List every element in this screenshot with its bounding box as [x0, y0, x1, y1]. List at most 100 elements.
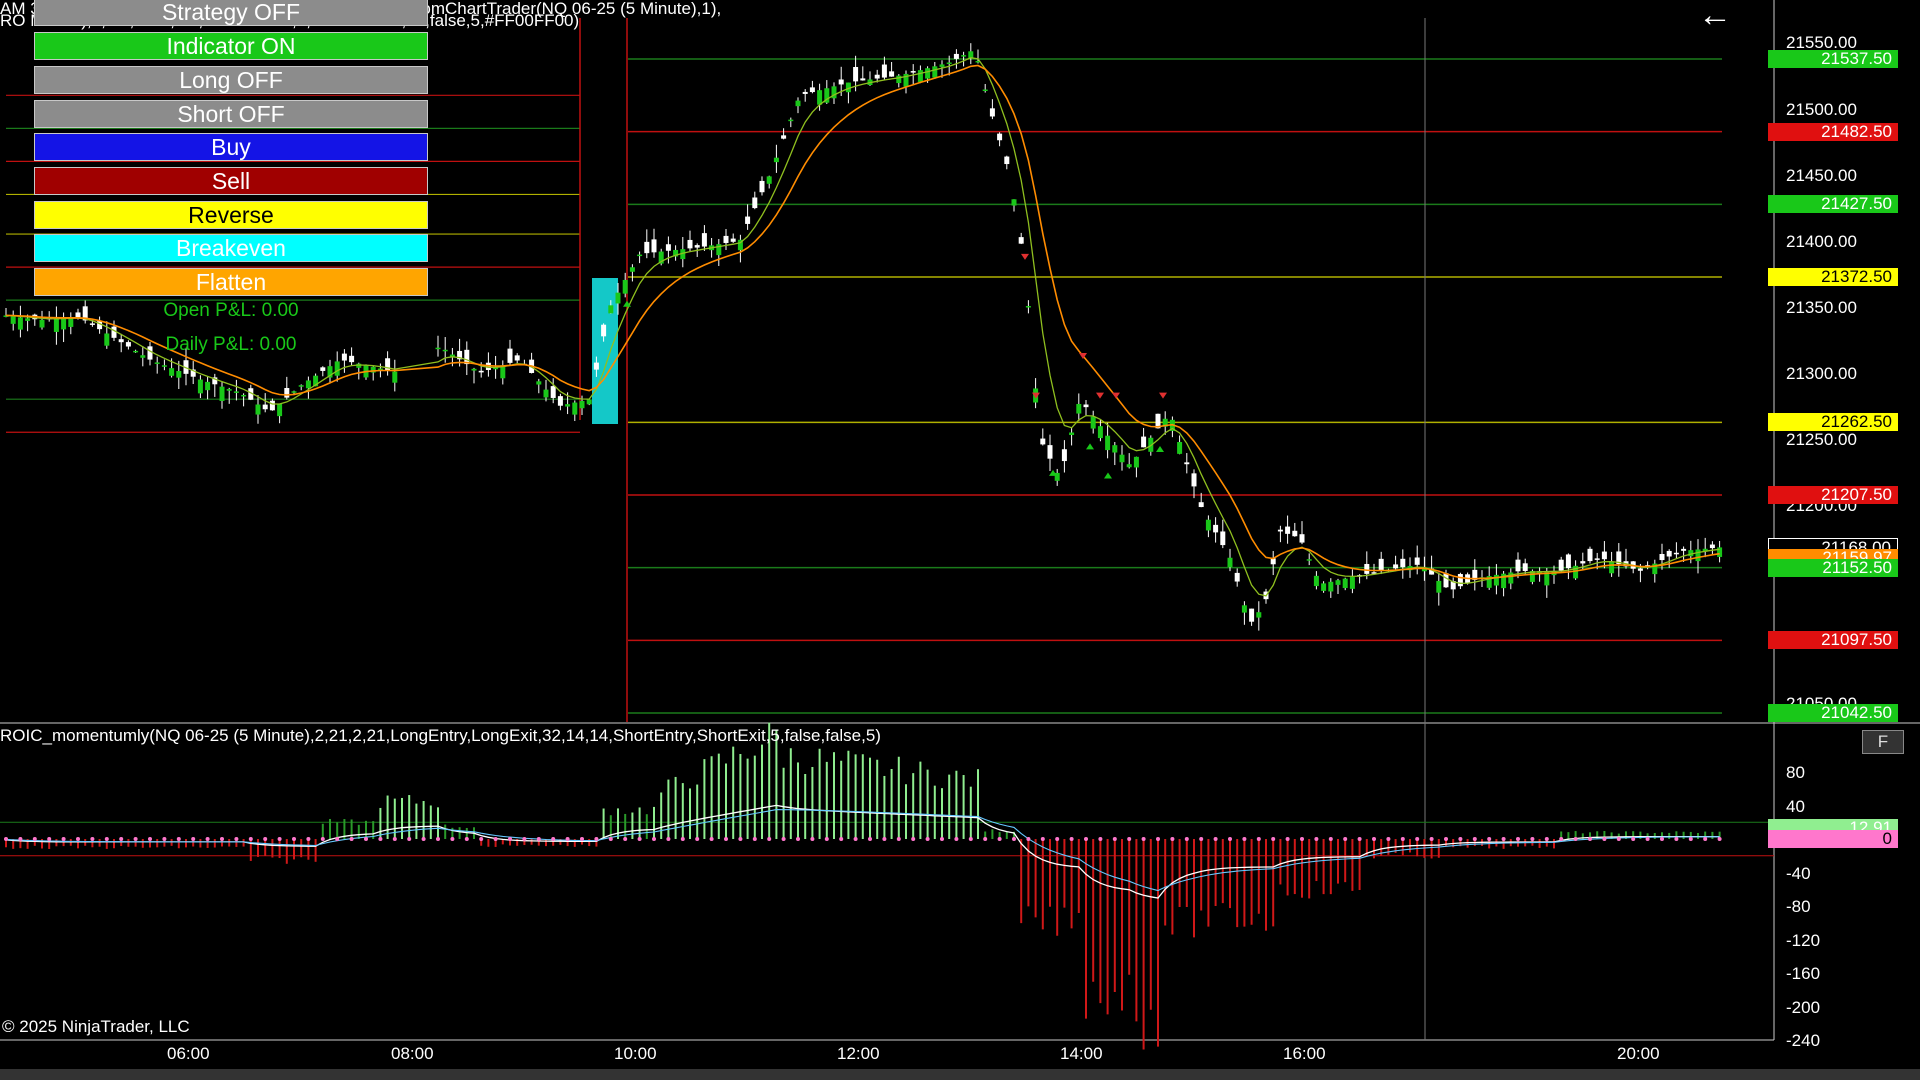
candle-body: [1609, 561, 1615, 574]
zero-line-dot: [1458, 837, 1463, 841]
price-level-label: 21427.50: [1768, 195, 1898, 214]
candle-body: [262, 404, 268, 410]
button-strategy-off[interactable]: Strategy OFF: [34, 0, 428, 26]
zero-line-dot: [1285, 837, 1290, 841]
candle-body: [1565, 554, 1571, 569]
zero-line-dot: [1530, 837, 1535, 841]
candle-body: [176, 370, 182, 378]
candle-body: [1558, 559, 1564, 571]
zero-line-dot: [220, 837, 224, 841]
candle-body: [169, 368, 175, 376]
zero-line-dot: [1213, 837, 1218, 841]
candle-body: [860, 78, 866, 81]
candle-body: [615, 292, 621, 304]
zero-line-dot: [752, 837, 757, 841]
candle-body: [1292, 530, 1298, 537]
back-arrow-icon[interactable]: ←: [1698, 0, 1732, 35]
zero-line-dot: [450, 837, 455, 841]
chart-canvas[interactable]: [0, 0, 1920, 1080]
candle-body: [1313, 575, 1319, 587]
indicator-tick: -120: [1786, 930, 1821, 950]
zero-line-dot: [1357, 837, 1362, 841]
zero-line-dot: [1242, 837, 1247, 841]
zero-line-dot: [1069, 837, 1074, 841]
zero-line-dot: [738, 837, 743, 841]
candle-body: [1184, 462, 1190, 465]
candle-body: [1133, 456, 1139, 468]
candle-body: [917, 70, 923, 83]
indicator-f-button[interactable]: F: [1862, 730, 1904, 754]
horizontal-scrollbar[interactable]: [0, 1069, 1920, 1080]
button-breakeven[interactable]: Breakeven: [34, 234, 428, 262]
price-tick: 21300.00: [1786, 363, 1857, 383]
candle-body: [205, 381, 211, 391]
candle-body: [550, 386, 556, 398]
candle-body: [557, 396, 563, 406]
zero-line-dot: [724, 837, 728, 841]
candle-body: [817, 90, 823, 105]
zero-line-dot: [1660, 837, 1664, 841]
daily-pnl: Daily P&L: 0.00: [165, 334, 297, 355]
candle-body: [1594, 558, 1600, 560]
candle-body: [946, 62, 952, 65]
zero-line-dot: [1602, 837, 1607, 841]
button-buy[interactable]: Buy: [34, 133, 428, 161]
button-sell[interactable]: Sell: [34, 167, 428, 195]
candle-body: [1580, 561, 1586, 564]
zero-line-dot: [1112, 837, 1117, 841]
zero-line-dot: [954, 837, 959, 841]
price-level-label: 21262.50: [1768, 413, 1898, 432]
candle-body: [10, 316, 16, 324]
zero-line-dot: [320, 837, 325, 841]
button-indicator-on[interactable]: Indicator ON: [34, 32, 428, 60]
price-level-label: 21207.50: [1768, 486, 1898, 504]
candle-body: [809, 87, 815, 93]
zero-line-dot: [1256, 837, 1261, 841]
candle-body: [687, 239, 693, 249]
candle-body: [601, 324, 607, 337]
zero-line-dot: [608, 837, 613, 841]
candle-body: [1126, 464, 1132, 468]
candle-body: [853, 66, 859, 82]
price-tick: 21500.00: [1786, 99, 1857, 119]
candle-body: [1249, 608, 1255, 622]
copyright-text: © 2025 NinjaTrader, LLC: [2, 1017, 190, 1036]
button-flatten[interactable]: Flatten: [34, 268, 428, 296]
zero-line-dot: [119, 837, 124, 841]
candle-body: [219, 386, 225, 401]
candle-body: [1601, 551, 1607, 560]
zero-line-dot: [1170, 837, 1175, 841]
candle-body: [593, 362, 599, 370]
candle-body: [997, 133, 1003, 141]
zero-line-dot: [997, 837, 1002, 841]
zero-line-dot: [1386, 837, 1391, 841]
candle-body: [536, 381, 542, 385]
zero-line-dot: [536, 837, 541, 841]
zero-line-dot: [4, 837, 8, 841]
candle-body: [1018, 237, 1024, 244]
candle-body: [608, 305, 614, 314]
candle-body: [1112, 445, 1118, 453]
zero-line-dot: [1400, 837, 1405, 841]
indicator-tick: -40: [1786, 863, 1811, 883]
candle-body: [939, 64, 945, 67]
candle-body: [874, 74, 880, 79]
zero-line-dot: [1026, 837, 1031, 841]
zero-line-dot: [1717, 837, 1722, 841]
candle-body: [1040, 438, 1046, 445]
zero-line-dot: [162, 837, 167, 841]
candle-body: [1378, 558, 1384, 571]
candle-body: [161, 365, 167, 367]
button-reverse[interactable]: Reverse: [34, 201, 428, 229]
zero-line-dot: [1487, 837, 1492, 841]
candle-body: [1457, 574, 1463, 587]
zero-line-dot: [810, 837, 815, 841]
button-long-off[interactable]: Long OFF: [34, 66, 428, 94]
zero-line-dot: [306, 837, 311, 841]
button-short-off[interactable]: Short OFF: [34, 100, 428, 128]
zero-line-dot: [1055, 837, 1060, 841]
candle-body: [543, 389, 549, 398]
open-pnl: Open P&L: 0.00: [163, 300, 299, 321]
candle-body: [291, 391, 297, 393]
candle-body: [1083, 404, 1089, 408]
